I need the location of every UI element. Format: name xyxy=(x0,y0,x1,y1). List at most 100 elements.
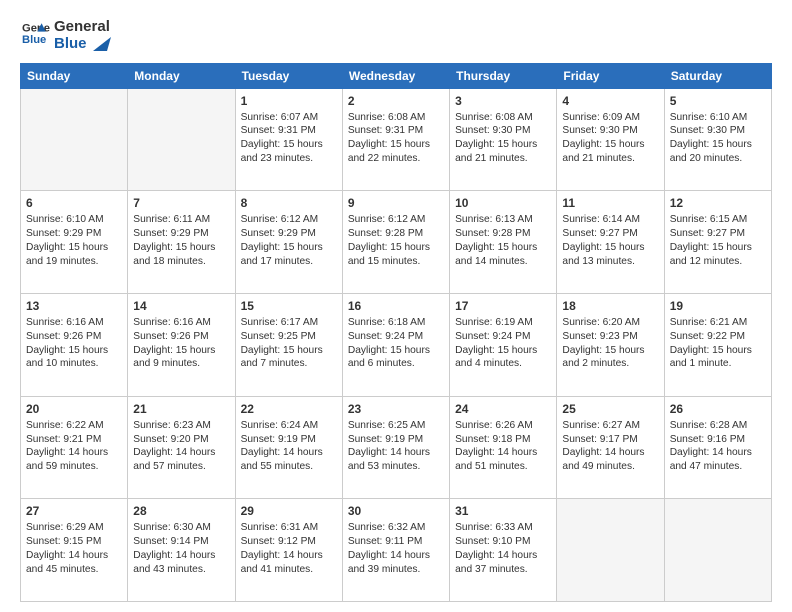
calendar-cell: 23Sunrise: 6:25 AMSunset: 9:19 PMDayligh… xyxy=(342,396,449,499)
calendar-cell: 10Sunrise: 6:13 AMSunset: 9:28 PMDayligh… xyxy=(450,191,557,294)
daylight-line: Daylight: 14 hours and 43 minutes. xyxy=(133,549,229,577)
day-number: 12 xyxy=(670,195,766,211)
daylight-line: Daylight: 14 hours and 57 minutes. xyxy=(133,446,229,474)
calendar-table: SundayMondayTuesdayWednesdayThursdayFrid… xyxy=(20,63,772,603)
calendar-cell: 15Sunrise: 6:17 AMSunset: 9:25 PMDayligh… xyxy=(235,293,342,396)
calendar-cell: 11Sunrise: 6:14 AMSunset: 9:27 PMDayligh… xyxy=(557,191,664,294)
sunrise-line: Sunrise: 6:23 AM xyxy=(133,419,229,433)
calendar-cell: 8 Sunrise: 6:12 AMSunset: 9:29 PMDaylight… xyxy=(235,191,342,294)
sunset-line: Sunset: 9:28 PM xyxy=(348,227,444,241)
calendar-cell: 27Sunrise: 6:29 AMSunset: 9:15 PMDayligh… xyxy=(21,499,128,602)
day-number: 14 xyxy=(133,298,229,314)
sunset-line: Sunset: 9:29 PM xyxy=(241,227,337,241)
sunset-line: Sunset: 9:24 PM xyxy=(348,330,444,344)
sunset-line: Sunset: 9:11 PM xyxy=(348,535,444,549)
cell-info: Sunrise: 6:25 AMSunset: 9:19 PMDaylight:… xyxy=(348,419,444,474)
cell-info: Sunrise: 6:28 AMSunset: 9:16 PMDaylight:… xyxy=(670,419,766,474)
logo: General Blue General Blue xyxy=(20,18,111,53)
daylight-line: Daylight: 15 hours and 19 minutes. xyxy=(26,241,122,269)
svg-text:Blue: Blue xyxy=(22,34,46,46)
calendar-week-row: 6Sunrise: 6:10 AMSunset: 9:29 PMDaylight… xyxy=(21,191,772,294)
calendar-cell: 25 Sunrise: 6:27 AMSunset: 9:17 PMDayligh… xyxy=(557,396,664,499)
daylight-line: Daylight: 14 hours and 51 minutes. xyxy=(455,446,551,474)
cell-info: Sunrise: 6:22 AMSunset: 9:21 PMDaylight:… xyxy=(26,419,122,474)
calendar-cell: 29 Sunrise: 6:31 AMSunset: 9:12 PMDayligh… xyxy=(235,499,342,602)
daylight-line: Daylight: 14 hours and 45 minutes. xyxy=(26,549,122,577)
col-header-friday: Friday xyxy=(557,63,664,88)
day-number: 28 xyxy=(133,503,229,519)
daylight-line: Daylight: 14 hours and 55 minutes. xyxy=(241,446,337,474)
sunset-line: Sunset: 9:28 PM xyxy=(455,227,551,241)
day-number: 26 xyxy=(670,401,766,417)
sunrise-line: Sunrise: 6:32 AM xyxy=(348,521,444,535)
day-number: 15 xyxy=(241,298,337,314)
day-number: 5 xyxy=(670,93,766,109)
sunset-line: Sunset: 9:10 PM xyxy=(455,535,551,549)
sunset-line: Sunset: 9:17 PM xyxy=(562,433,658,447)
sunrise-line: Sunrise: 6:31 AM xyxy=(241,521,337,535)
calendar-week-row: 27Sunrise: 6:29 AMSunset: 9:15 PMDayligh… xyxy=(21,499,772,602)
calendar-week-row: 1Sunrise: 6:07 AMSunset: 9:31 PMDaylight… xyxy=(21,88,772,191)
calendar-cell: 20Sunrise: 6:22 AMSunset: 9:21 PMDayligh… xyxy=(21,396,128,499)
sunset-line: Sunset: 9:14 PM xyxy=(133,535,229,549)
calendar-cell: 22Sunrise: 6:24 AMSunset: 9:19 PMDayligh… xyxy=(235,396,342,499)
calendar-cell xyxy=(21,88,128,191)
sunset-line: Sunset: 9:19 PM xyxy=(348,433,444,447)
sunrise-line: Sunrise: 6:25 AM xyxy=(348,419,444,433)
cell-info: Sunrise: 6:13 AMSunset: 9:28 PMDaylight:… xyxy=(455,213,551,268)
sunset-line: Sunset: 9:26 PM xyxy=(133,330,229,344)
day-number: 9 xyxy=(348,195,444,211)
sunrise-line: Sunrise: 6:08 AM xyxy=(455,111,551,125)
sunrise-line: Sunrise: 6:07 AM xyxy=(241,111,337,125)
day-number: 13 xyxy=(26,298,122,314)
day-number: 8 xyxy=(241,195,337,211)
sunset-line: Sunset: 9:30 PM xyxy=(455,124,551,138)
sunset-line: Sunset: 9:19 PM xyxy=(241,433,337,447)
sunrise-line: Sunrise: 6:20 AM xyxy=(562,316,658,330)
cell-info: Sunrise: 6:18 AMSunset: 9:24 PMDaylight:… xyxy=(348,316,444,371)
day-number: 25 xyxy=(562,401,658,417)
day-number: 3 xyxy=(455,93,551,109)
sunrise-line: Sunrise: 6:21 AM xyxy=(670,316,766,330)
daylight-line: Daylight: 15 hours and 18 minutes. xyxy=(133,241,229,269)
sunset-line: Sunset: 9:20 PM xyxy=(133,433,229,447)
cell-info: Sunrise: 6:23 AMSunset: 9:20 PMDaylight:… xyxy=(133,419,229,474)
cell-info: Sunrise: 6:27 AMSunset: 9:17 PMDaylight:… xyxy=(562,419,658,474)
day-number: 22 xyxy=(241,401,337,417)
sunrise-line: Sunrise: 6:12 AM xyxy=(241,213,337,227)
col-header-wednesday: Wednesday xyxy=(342,63,449,88)
cell-info: Sunrise: 6:09 AMSunset: 9:30 PMDaylight:… xyxy=(562,111,658,166)
day-number: 17 xyxy=(455,298,551,314)
calendar-cell: 1Sunrise: 6:07 AMSunset: 9:31 PMDaylight… xyxy=(235,88,342,191)
sunrise-line: Sunrise: 6:28 AM xyxy=(670,419,766,433)
calendar-cell: 16 Sunrise: 6:18 AMSunset: 9:24 PMDayligh… xyxy=(342,293,449,396)
sunrise-line: Sunrise: 6:17 AM xyxy=(241,316,337,330)
sunset-line: Sunset: 9:26 PM xyxy=(26,330,122,344)
calendar-cell: 2Sunrise: 6:08 AMSunset: 9:31 PMDaylight… xyxy=(342,88,449,191)
day-number: 30 xyxy=(348,503,444,519)
daylight-line: Daylight: 15 hours and 2 minutes. xyxy=(562,344,658,372)
calendar-cell: 31Sunrise: 6:33 AMSunset: 9:10 PMDayligh… xyxy=(450,499,557,602)
sunrise-line: Sunrise: 6:10 AM xyxy=(670,111,766,125)
day-number: 16 xyxy=(348,298,444,314)
sunrise-line: Sunrise: 6:30 AM xyxy=(133,521,229,535)
daylight-line: Daylight: 15 hours and 1 minute. xyxy=(670,344,766,372)
daylight-line: Daylight: 15 hours and 17 minutes. xyxy=(241,241,337,269)
sunrise-line: Sunrise: 6:14 AM xyxy=(562,213,658,227)
cell-info: Sunrise: 6:15 AMSunset: 9:27 PMDaylight:… xyxy=(670,213,766,268)
col-header-tuesday: Tuesday xyxy=(235,63,342,88)
daylight-line: Daylight: 14 hours and 37 minutes. xyxy=(455,549,551,577)
day-number: 18 xyxy=(562,298,658,314)
day-number: 29 xyxy=(241,503,337,519)
sunset-line: Sunset: 9:31 PM xyxy=(241,124,337,138)
cell-info: Sunrise: 6:31 AMSunset: 9:12 PMDaylight:… xyxy=(241,521,337,576)
cell-info: Sunrise: 6:19 AMSunset: 9:24 PMDaylight:… xyxy=(455,316,551,371)
sunrise-line: Sunrise: 6:08 AM xyxy=(348,111,444,125)
col-header-thursday: Thursday xyxy=(450,63,557,88)
sunrise-line: Sunrise: 6:13 AM xyxy=(455,213,551,227)
cell-info: Sunrise: 6:12 AMSunset: 9:28 PMDaylight:… xyxy=(348,213,444,268)
calendar-cell: 5Sunrise: 6:10 AMSunset: 9:30 PMDaylight… xyxy=(664,88,771,191)
cell-info: Sunrise: 6:33 AMSunset: 9:10 PMDaylight:… xyxy=(455,521,551,576)
calendar-cell xyxy=(557,499,664,602)
logo-icon: General Blue xyxy=(22,19,50,47)
